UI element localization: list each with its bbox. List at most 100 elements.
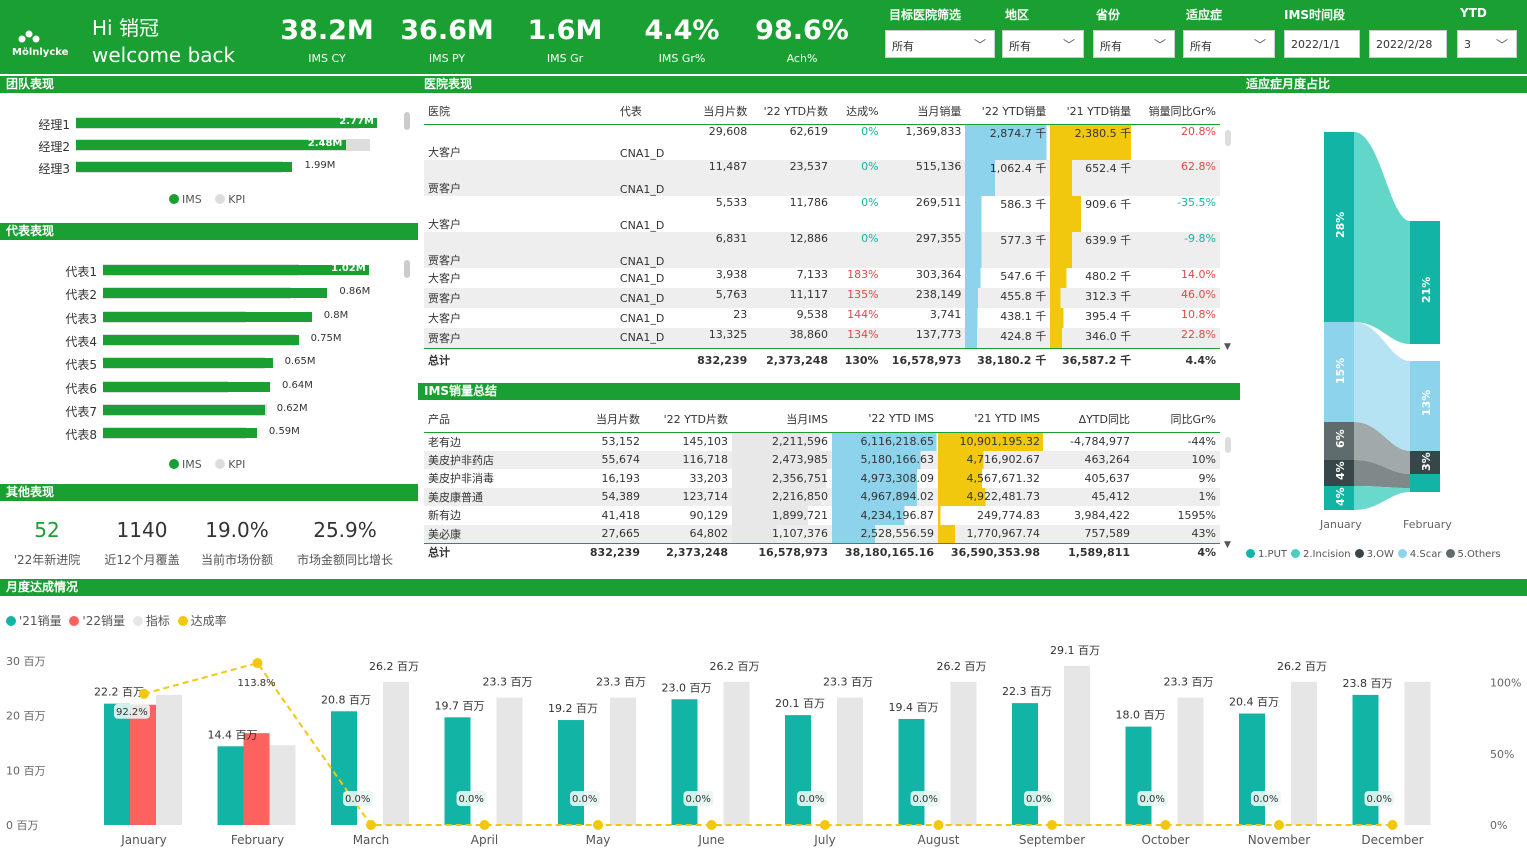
sales21-bar[interactable] [1239, 713, 1265, 825]
table-cell: 586.3 千 [965, 196, 1051, 232]
ims-bar[interactable] [103, 311, 312, 322]
ims-bar[interactable] [103, 381, 270, 392]
rate-point[interactable] [593, 820, 603, 830]
column-header[interactable]: 同比Gr% [1134, 406, 1220, 432]
rate-point[interactable] [1160, 820, 1171, 830]
column-header[interactable]: '21 YTD IMS [938, 406, 1044, 432]
table-row[interactable]: 大客户 CNA1_D 3,938 7,133 183% 303,364 547.6 千 480… [424, 268, 1220, 288]
filter-province-select[interactable]: 所有 ﹀ [1093, 30, 1175, 58]
sales21-bar[interactable] [1012, 703, 1038, 825]
table-cell: 12,886 [789, 232, 829, 245]
sales21-bar[interactable] [671, 699, 698, 825]
target-bar[interactable] [1064, 665, 1090, 825]
column-header[interactable]: ΔYTD同比 [1044, 406, 1134, 432]
rate-point[interactable] [820, 820, 830, 830]
column-header[interactable]: 医院 [424, 98, 616, 124]
table-row[interactable]: 大客户 CNA1_D 29,608 62,619 0% 1,369,833 2,874.7 … [424, 124, 1220, 160]
ims-bar[interactable] [76, 118, 378, 128]
target-bar[interactable] [837, 697, 863, 825]
target-bar[interactable] [1291, 681, 1317, 825]
column-header[interactable]: 代表 [616, 98, 691, 124]
ims-scrollbar[interactable] [1225, 437, 1231, 453]
hospital-scrollbar[interactable] [1225, 130, 1231, 146]
rate-point[interactable] [1047, 820, 1057, 830]
x-axis-tick: July [813, 833, 836, 847]
table-row[interactable]: 贾客户 CNA1_D 5,763 11,117 135% 238,149 455.8 千 31… [424, 288, 1220, 308]
ims-bar[interactable] [103, 334, 299, 345]
target-bar[interactable] [1177, 697, 1204, 825]
filter-hospital-select[interactable]: 所有 ﹀ [885, 30, 995, 58]
ims-bar[interactable] [76, 140, 346, 150]
column-header[interactable]: 当月销量 [883, 98, 966, 124]
sales21-bar[interactable] [558, 720, 584, 825]
x-axis-tick: April [471, 833, 498, 847]
ims-bar[interactable] [103, 288, 328, 299]
rate-point[interactable] [1387, 820, 1398, 830]
column-header[interactable]: 达成% [832, 98, 883, 124]
table-row[interactable]: 美必康 27,665 64,802 1,107,376 2,528,556.59 1,77… [424, 524, 1220, 543]
section-rep: 代表表现 [0, 223, 418, 240]
chevron-down-icon[interactable]: ▼ [1224, 540, 1231, 550]
sales22-bar[interactable] [243, 733, 270, 825]
team-scrollbar[interactable] [404, 112, 410, 130]
column-header[interactable]: 产品 [424, 406, 556, 432]
target-bar[interactable] [1404, 681, 1431, 825]
ims-bar[interactable] [76, 162, 293, 172]
ims-bar[interactable] [103, 404, 265, 415]
sales21-bar[interactable] [217, 746, 244, 825]
filter-region-select[interactable]: 所有 ﹀ [1002, 30, 1084, 58]
target-bar[interactable] [269, 745, 296, 825]
ims-bar[interactable] [103, 358, 273, 369]
column-header[interactable]: 当月IMS [732, 406, 832, 432]
table-row[interactable]: 美皮护非药店 55,674 116,718 2,473,985 5,180,166.63… [424, 450, 1220, 469]
target-bar[interactable] [496, 697, 523, 825]
rate-point[interactable] [366, 820, 376, 830]
rate-point[interactable] [139, 688, 149, 699]
sales22-bar[interactable] [130, 704, 156, 825]
target-bar[interactable] [383, 681, 409, 825]
table-row[interactable]: 贾客户 CNA1_D 6,831 12,886 0% 297,355 577.3 千 639.… [424, 232, 1220, 268]
filter-date-start[interactable]: 2022/1/1 [1284, 30, 1360, 58]
table-row[interactable]: 美皮护非消毒 16,193 33,203 2,356,751 4,973,308.09 4… [424, 469, 1220, 488]
bar-label: 代表6 [65, 381, 97, 396]
table-row[interactable]: 贾客户 CNA1_D 11,487 23,537 0% 515,136 1,062.4 千6… [424, 160, 1220, 196]
filter-indication-select[interactable]: 所有 ﹀ [1183, 30, 1275, 58]
sales21-bar[interactable] [104, 703, 130, 825]
rep-scrollbar[interactable] [404, 260, 410, 278]
column-header[interactable]: '22 YTD片数 [644, 406, 732, 432]
table-cell: 3,938 [715, 268, 748, 281]
sales21-bar[interactable] [331, 711, 357, 825]
target-bar[interactable] [723, 681, 750, 825]
column-header[interactable]: 当月片数 [556, 406, 644, 432]
sales21-bar[interactable] [898, 718, 925, 825]
filter-ytd-select[interactable]: 3 ﹀ [1457, 30, 1517, 58]
column-header[interactable]: '22 YTD销量 [965, 98, 1050, 124]
table-row[interactable]: 大客户 CNA1_D 5,533 11,786 0% 269,511 586.3 千 909.… [424, 196, 1220, 232]
rate-point[interactable] [933, 820, 944, 830]
column-header[interactable]: 当月片数 [691, 98, 752, 124]
table-row[interactable]: 新有边 41,418 90,129 1,899,721 4,234,196.87 249,… [424, 506, 1220, 525]
table-row[interactable]: 贾客户 CNA1_D 13,325 38,860 134% 137,773 424.8 千3… [424, 328, 1220, 348]
target-bar[interactable] [156, 694, 182, 825]
rate-point[interactable] [252, 658, 263, 669]
target-bar[interactable] [950, 681, 977, 825]
sales21-bar[interactable] [444, 717, 471, 825]
rate-point[interactable] [1274, 820, 1284, 830]
rate-point[interactable] [706, 820, 717, 830]
target-bar[interactable] [610, 697, 636, 825]
filter-date-end[interactable]: 2022/2/28 [1369, 30, 1447, 58]
sales21-bar[interactable] [785, 715, 811, 825]
rate-point[interactable] [479, 820, 490, 830]
column-header[interactable]: '22 YTD片数 [751, 98, 832, 124]
column-header[interactable]: '22 YTD IMS [832, 406, 938, 432]
ims-bar[interactable] [103, 265, 370, 275]
sales21-bar[interactable] [1125, 726, 1152, 825]
column-header[interactable]: '21 YTD销量 [1050, 98, 1135, 124]
chevron-down-icon[interactable]: ▼ [1224, 342, 1231, 352]
ims-bar[interactable] [103, 428, 257, 439]
table-row[interactable]: 美皮康普通 54,389 123,714 2,216,850 4,967,894.02 4… [424, 487, 1220, 506]
table-row[interactable]: 老有边 53,152 145,103 2,211,596 6,116,218.65 10,… [424, 432, 1220, 451]
legend-dot [1246, 549, 1255, 558]
table-row[interactable]: 大客户 CNA1_D 23 9,538 144% 3,741 438.1 千 395.4 千 1… [424, 308, 1220, 328]
column-header[interactable]: 销量同比Gr% [1135, 98, 1220, 124]
